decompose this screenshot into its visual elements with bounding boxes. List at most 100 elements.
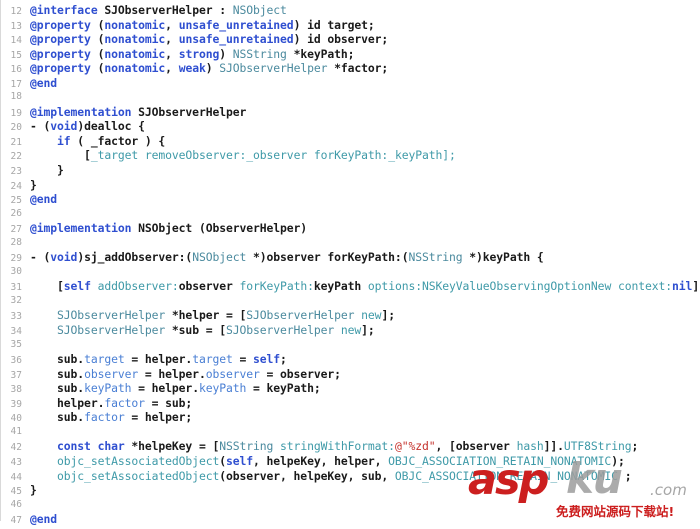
code-token: ];: [361, 323, 375, 338]
code-line[interactable]: 12 @interface SJObserverHelper : NSObject: [0, 3, 700, 18]
code-token: forKeyPath:: [313, 148, 389, 163]
code-token: removeObserver:: [144, 148, 247, 163]
code-line[interactable]: 19 @implementation SJObserverHelper: [0, 105, 700, 120]
code-token: *)observer forKeyPath:(: [246, 250, 409, 265]
code-line-text: sub.target = helper.target = self;: [30, 352, 287, 367]
code-line-text: [_target removeObserver:_observer forKey…: [30, 148, 456, 163]
code-line[interactable]: 18: [0, 90, 700, 105]
code-line[interactable]: 24}: [0, 178, 700, 193]
code-line[interactable]: 39 helper.factor = sub;: [0, 396, 700, 411]
code-line[interactable]: 31 [self addObserver:observer forKeyPath…: [0, 279, 700, 294]
code-line[interactable]: 28: [0, 236, 700, 251]
code-token: }: [30, 483, 37, 498]
code-line[interactable]: 16 @property (nonatomic, weak) SJObserver…: [0, 61, 700, 76]
code-line[interactable]: 25 @end: [0, 192, 700, 207]
code-line[interactable]: 38 sub.keyPath = helper.keyPath = keyPat…: [0, 381, 700, 396]
code-line[interactable]: 26: [0, 207, 700, 222]
code-token: @interface: [30, 3, 105, 17]
code-token: sub.: [30, 352, 85, 367]
code-token: = observer;: [259, 366, 341, 381]
code-token: self: [225, 453, 254, 468]
code-line-text: SJObserverHelper *helper = [SJObserverHe…: [30, 308, 395, 323]
code-line-text: @end: [30, 192, 57, 207]
code-token: objc_setAssociatedObject: [57, 468, 220, 483]
code-token: nonatomic: [104, 46, 166, 61]
code-token: SJObserverHelper: [57, 323, 172, 338]
code-line-text: helper.factor = sub;: [30, 396, 192, 411]
line-number: 15: [10, 49, 22, 61]
code-line[interactable]: 29- (void)sj_addObserver:(NSObject *)obs…: [0, 250, 700, 265]
code-line[interactable]: 40 sub.factor = helper;: [0, 410, 700, 425]
code-line[interactable]: 36 sub.target = helper.target = self;: [0, 352, 700, 367]
code-token: sub.: [30, 381, 85, 396]
code-token: const char: [57, 439, 125, 454]
code-editor[interactable]: 12 @interface SJObserverHelper : NSObject…: [0, 0, 700, 526]
code-line[interactable]: 46: [0, 498, 700, 513]
line-number: 39: [10, 398, 22, 410]
code-token: NSObject: [192, 250, 247, 265]
line-number: 46: [10, 498, 22, 510]
code-token: NSString: [408, 250, 463, 265]
code-token: , [observer: [435, 439, 517, 454]
code-line[interactable]: 17 @end: [0, 76, 700, 91]
code-line-text: @implementation SJObserverHelper: [30, 105, 246, 120]
code-token: context:: [617, 279, 673, 294]
code-token: :: [219, 3, 233, 17]
code-token: _observer: [246, 148, 314, 163]
code-token: helper.: [30, 395, 105, 410]
code-line[interactable]: 44 objc_setAssociatedObject(observer, he…: [0, 469, 700, 484]
code-line[interactable]: 32: [0, 294, 700, 309]
code-line-text: @end: [30, 512, 57, 527]
code-token: objc_setAssociatedObject: [57, 453, 220, 468]
code-line[interactable]: 43 objc_setAssociatedObject(self, helpeK…: [0, 454, 700, 469]
code-token: target: [192, 352, 233, 367]
code-line[interactable]: 34 SJObserverHelper *sub = [SJObserverHe…: [0, 323, 700, 338]
code-line[interactable]: 42 const char *helpeKey = [NSString stri…: [0, 439, 700, 454]
code-token: target: [84, 352, 125, 367]
code-line[interactable]: 41: [0, 425, 700, 440]
code-line[interactable]: 47 @end: [0, 512, 700, 527]
code-token: NSString: [232, 46, 294, 61]
code-token: ];: [381, 308, 395, 323]
code-line[interactable]: 37 sub.observer = helper.observer = obse…: [0, 367, 700, 382]
code-line-text: @interface SJObserverHelper : NSObject: [30, 3, 287, 18]
code-line[interactable]: 20 - (void)dealloc {: [0, 119, 700, 134]
code-line[interactable]: 45}: [0, 483, 700, 498]
code-token: ): [219, 46, 233, 61]
code-token: [: [30, 148, 91, 163]
code-token: ;: [631, 439, 639, 454]
code-line[interactable]: 33 SJObserverHelper *helper = [SJObserve…: [0, 308, 700, 323]
code-line[interactable]: 22 [_target removeObserver:_observer for…: [0, 148, 700, 163]
line-number: 47: [10, 515, 22, 527]
line-number: 21: [10, 136, 22, 148]
code-token: = helper.: [124, 352, 193, 367]
code-token: ;: [280, 352, 287, 367]
code-line-list: 12 @interface SJObserverHelper : NSObject…: [0, 3, 700, 527]
code-line[interactable]: 30: [0, 265, 700, 280]
code-token: @end: [30, 512, 58, 527]
code-token: *helpeKey = [: [124, 439, 220, 454]
code-line[interactable]: 21 if ( _factor ) {: [0, 134, 700, 149]
line-number: 37: [10, 369, 22, 381]
code-line-text: objc_setAssociatedObject(self, helpeKey,…: [30, 454, 625, 469]
code-token: }: [30, 163, 64, 178]
code-line[interactable]: 23 }: [0, 163, 700, 178]
code-token: ): [205, 61, 220, 76]
line-number: 44: [10, 471, 22, 483]
code-token: nonatomic: [104, 61, 166, 76]
code-line[interactable]: 27 @implementation NSObject (ObserverHelp…: [0, 221, 700, 236]
line-number: 42: [10, 442, 22, 454]
code-token: ,: [165, 61, 179, 76]
code-line[interactable]: 35: [0, 338, 700, 353]
code-line[interactable]: 15 @property (nonatomic, strong) NSString…: [0, 47, 700, 62]
code-token: options:: [367, 279, 422, 294]
code-token: (: [219, 453, 226, 468]
code-line[interactable]: 14 @property (nonatomic, unsafe_unretaine…: [0, 32, 700, 47]
code-token: ) {: [138, 133, 166, 148]
code-token: *)keyPath {: [462, 250, 544, 265]
code-token: unsafe_unretained: [178, 17, 294, 32]
code-line[interactable]: 13 @property (nonatomic, unsafe_unretaine…: [0, 18, 700, 33]
